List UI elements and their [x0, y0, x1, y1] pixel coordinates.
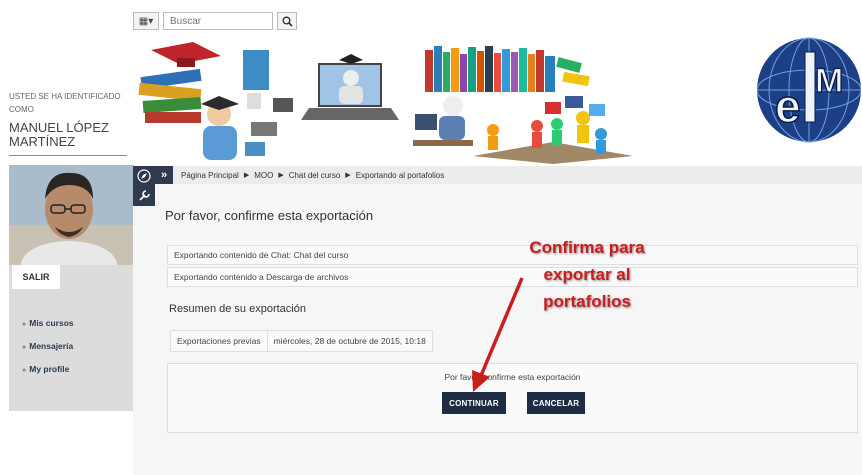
svg-text:M: M: [815, 62, 843, 100]
sidebar-menu: ● Mis cursos ● Mensajería ● My profile: [22, 318, 74, 387]
sidebar-item-label: Mensajería: [29, 341, 74, 351]
annotation-line: Confirma para: [529, 238, 645, 257]
triangle-right-icon: ▶: [243, 172, 250, 179]
triangle-right-icon: ▶: [345, 172, 351, 179]
svg-text:e: e: [775, 80, 801, 132]
student-illustration: [201, 96, 239, 160]
breadcrumb-item-home[interactable]: Página Principal: [181, 171, 239, 180]
search-icon[interactable]: [277, 12, 297, 30]
elm-logo: e M: [757, 37, 861, 143]
bullet-icon: ●: [22, 321, 27, 328]
block-icons-column: [133, 166, 155, 206]
sidebar-item-my-profile[interactable]: ● My profile: [22, 364, 74, 374]
compass-icon[interactable]: [133, 166, 155, 186]
identified-as-label: USTED SE HA IDENTIFICADO COMO: [9, 92, 121, 114]
books-row-illustration: [425, 46, 590, 92]
header-banner-illustration: [138, 42, 633, 164]
sidebar-item-mis-cursos[interactable]: ● Mis cursos: [22, 318, 74, 328]
page: ▦▾ Buscar e M USTED SE HA IDENTIFICADO C…: [0, 0, 862, 475]
summary-title: Resumen de su exportación: [169, 303, 306, 315]
logout-tab[interactable]: SALIR: [12, 265, 60, 289]
page-title: Por favor, confirme esta exportación: [165, 208, 374, 223]
divider: [9, 155, 127, 156]
triangle-right-icon: ▶: [278, 172, 284, 179]
laptop-teacher-illustration: [301, 54, 399, 120]
summary-value: miércoles, 28 de octubre de 2015, 10:18: [273, 336, 426, 346]
breadcrumb-item-current: Exportando al portafolios: [355, 170, 445, 180]
wrench-icon[interactable]: [133, 186, 155, 206]
bullet-icon: ●: [22, 367, 27, 374]
annotation-line: portafolios: [543, 292, 631, 311]
continue-button[interactable]: CONTINUAR: [442, 392, 506, 414]
annotation-callout: Confirma para exportar al portafolios: [502, 234, 672, 315]
user-menu-icon[interactable]: ▦▾: [133, 12, 159, 30]
sidebar-item-label: Mis cursos: [29, 318, 74, 328]
cancel-button[interactable]: CANCELAR: [527, 392, 585, 414]
top-search-bar: ▦▾: [133, 12, 297, 32]
open-book-people-illustration: [473, 96, 633, 164]
confirm-text: Por favor, confirme esta exportación: [444, 372, 581, 382]
confirm-box: Por favor, confirme esta exportación CON…: [167, 363, 858, 433]
summary-key: Exportaciones previas: [171, 331, 268, 351]
sidebar-item-label: My profile: [29, 364, 70, 374]
sidebar-item-mensajeria[interactable]: ● Mensajería: [22, 341, 74, 351]
bullet-icon: ●: [22, 344, 27, 351]
avatar[interactable]: [9, 165, 134, 265]
breadcrumb: » Página Principal ▶ MOO ▶ Chat del curs…: [155, 166, 862, 184]
user-name[interactable]: MANUEL LÓPEZ MARTÍNEZ: [9, 121, 127, 149]
breadcrumb-item-course[interactable]: MOO: [254, 171, 273, 180]
person-computer-illustration: [413, 96, 473, 146]
dock-toggle-button[interactable]: »: [155, 166, 173, 184]
search-input[interactable]: [163, 12, 273, 30]
annotation-line: exportar al: [543, 265, 631, 284]
summary-table: Exportaciones previas miércoles, 28 de o…: [170, 330, 433, 352]
breadcrumb-item-chat[interactable]: Chat del curso: [289, 171, 341, 180]
